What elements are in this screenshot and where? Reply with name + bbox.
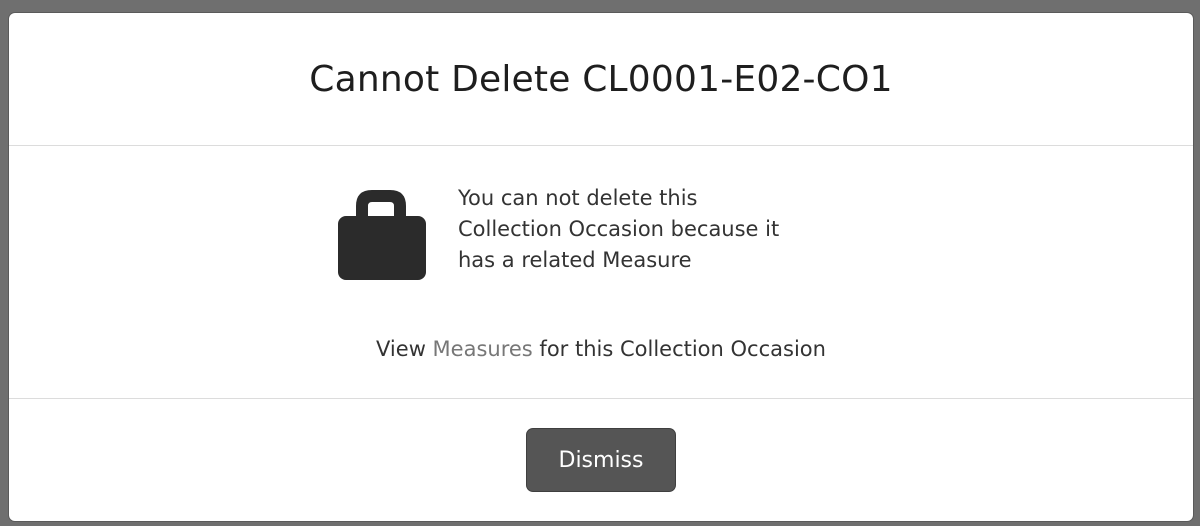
blocked-message-line-1: You can not delete this	[458, 186, 698, 210]
dialog-footer: Dismiss	[9, 399, 1193, 519]
delete-blocked-dialog: Cannot Delete CL0001-E02-CO1 You can not…	[9, 13, 1193, 521]
dialog-body: You can not delete this Collection Occas…	[9, 146, 1193, 399]
dialog-title: Cannot Delete CL0001-E02-CO1	[309, 58, 893, 100]
view-measures-line: View Measures for this Collection Occasi…	[9, 337, 1193, 361]
measures-link[interactable]: Measures	[433, 337, 533, 361]
blocked-message-line-2: Collection Occasion because it	[458, 217, 780, 241]
view-prefix: View	[376, 337, 433, 361]
blocked-message-line-3: has a related Measure	[458, 248, 692, 272]
blocked-message: You can not delete this Collection Occas…	[458, 183, 878, 276]
dialog-header: Cannot Delete CL0001-E02-CO1	[9, 13, 1193, 146]
view-suffix: for this Collection Occasion	[532, 337, 826, 361]
dismiss-button[interactable]: Dismiss	[527, 429, 675, 491]
lock-icon	[332, 182, 432, 282]
